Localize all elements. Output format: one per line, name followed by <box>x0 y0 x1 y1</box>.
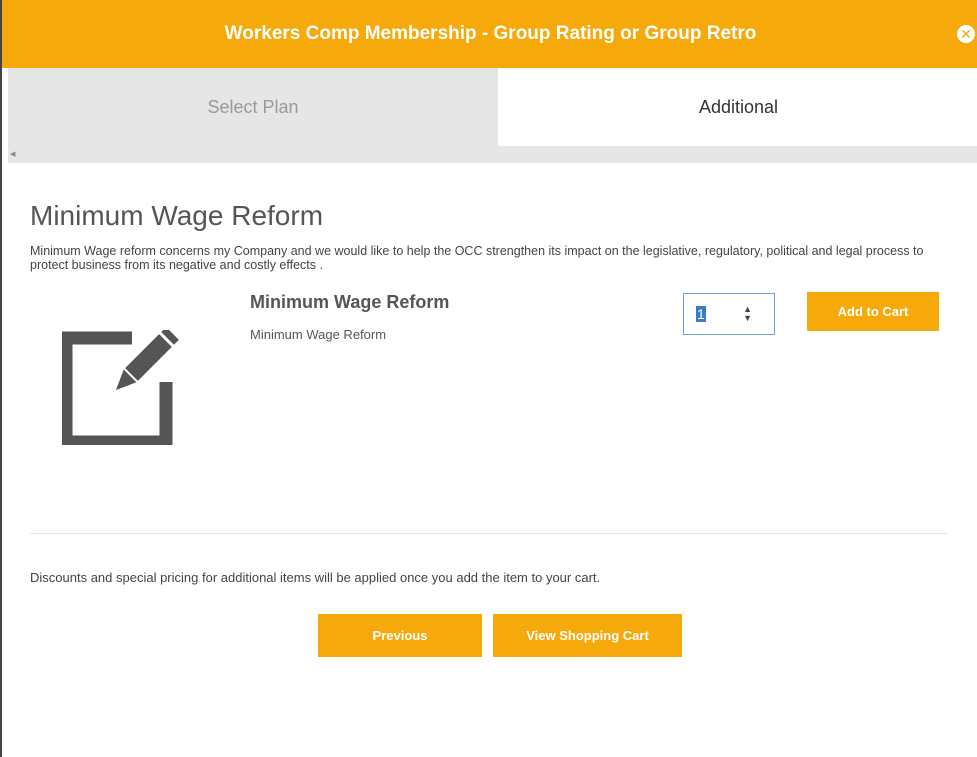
tab-scroll-strip: ◀ <box>8 146 977 163</box>
modal-header: Workers Comp Membership - Group Rating o… <box>2 0 977 68</box>
divider <box>30 533 948 534</box>
tab-additional-label: Additional <box>698 96 779 117</box>
close-icon[interactable]: ✕ <box>957 25 975 43</box>
section-title: Minimum Wage Reform <box>30 200 324 231</box>
tab-additional[interactable]: Additional <box>498 68 977 146</box>
modal-title: Workers Comp Membership - Group Rating o… <box>224 23 757 44</box>
previous-button[interactable]: Previous <box>318 614 482 657</box>
add-to-cart-button[interactable]: Add to Cart <box>807 292 939 331</box>
scroll-left-icon[interactable]: ◀ <box>10 150 15 158</box>
spinner-arrows-icon[interactable]: ▲ ▼ <box>743 305 752 323</box>
quantity-value: 1 <box>696 306 706 322</box>
tab-select-plan-label: Select Plan <box>207 96 299 117</box>
section-description: Minimum Wage reform concerns my Company … <box>30 244 924 272</box>
membership-modal: Workers Comp Membership - Group Rating o… <box>0 0 977 757</box>
discount-note: Discounts and special pricing for additi… <box>30 570 601 585</box>
product-subtitle: Minimum Wage Reform <box>250 327 387 342</box>
wizard-tabs: Select Plan Additional <box>8 68 977 146</box>
view-shopping-cart-button[interactable]: View Shopping Cart <box>493 614 682 657</box>
tab-select-plan[interactable]: Select Plan <box>8 68 498 146</box>
quantity-stepper[interactable]: 1 ▲ ▼ <box>683 293 775 335</box>
edit-pencil-icon <box>59 327 182 449</box>
product-name: Minimum Wage Reform <box>250 292 450 312</box>
